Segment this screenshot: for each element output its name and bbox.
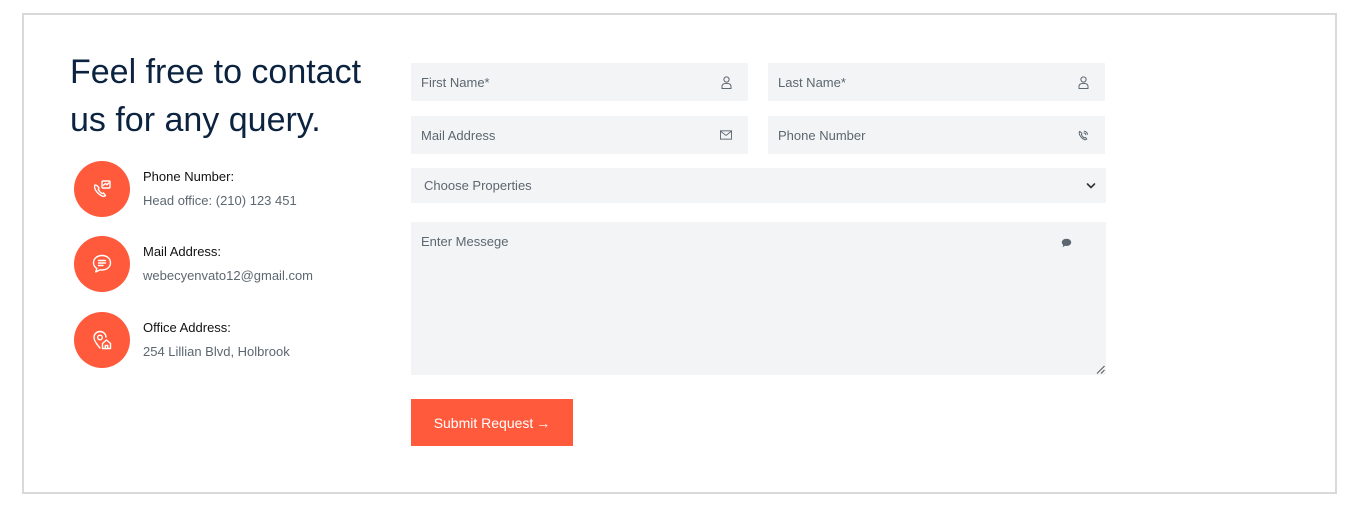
user-icon (720, 75, 732, 89)
contact-value-office: 254 Lillian Blvd, Holbrook (143, 344, 290, 359)
submit-request-label: Submit Request (433, 414, 534, 431)
contact-item-phone: Phone Number: Head office: (210) 123 451 (74, 161, 394, 217)
chat-mail-icon (92, 254, 112, 273)
message-field-wrap (411, 222, 1106, 375)
phone-field-wrap (768, 116, 1105, 154)
phone-call-icon (1077, 128, 1089, 142)
comment-icon (1061, 238, 1072, 248)
last-name-input[interactable] (768, 63, 1105, 101)
contact-title-mail: Mail Address: (143, 244, 222, 259)
first-name-field-wrap (411, 63, 748, 101)
contact-value-mail: webecyenvato12@gmail.com (143, 268, 314, 283)
contact-title-phone: Phone Number: (143, 169, 235, 184)
arrow-right-icon: → (536, 414, 551, 431)
properties-select[interactable]: Choose Properties (411, 168, 1106, 203)
message-textarea[interactable] (411, 222, 1106, 375)
phone-icon-badge (74, 161, 130, 217)
contact-title-office: Office Address: (143, 320, 231, 335)
phone-icon (93, 180, 111, 198)
contact-item-mail: Mail Address: webecyenvato12@gmail.com (74, 236, 394, 292)
envelope-icon (720, 128, 732, 142)
phone-input[interactable] (768, 116, 1105, 154)
user-icon (1077, 75, 1089, 89)
last-name-field-wrap (768, 63, 1105, 101)
contact-value-phone: Head office: (210) 123 451 (143, 193, 297, 208)
location-home-icon (93, 330, 112, 350)
contact-item-office: Office Address: 254 Lillian Blvd, Holbro… (74, 312, 394, 368)
mail-field-wrap (411, 116, 748, 154)
resize-handle[interactable] (1096, 365, 1105, 374)
mail-icon-badge (74, 236, 130, 292)
chevron-down-icon (1086, 182, 1096, 188)
submit-request-button[interactable]: Submit Request → (411, 399, 573, 446)
properties-select-value: Choose Properties (424, 178, 532, 193)
location-icon-badge (74, 312, 130, 368)
first-name-input[interactable] (411, 63, 748, 101)
email-input[interactable] (411, 116, 748, 154)
page-title: Feel free to contact us for any query. (70, 53, 362, 139)
